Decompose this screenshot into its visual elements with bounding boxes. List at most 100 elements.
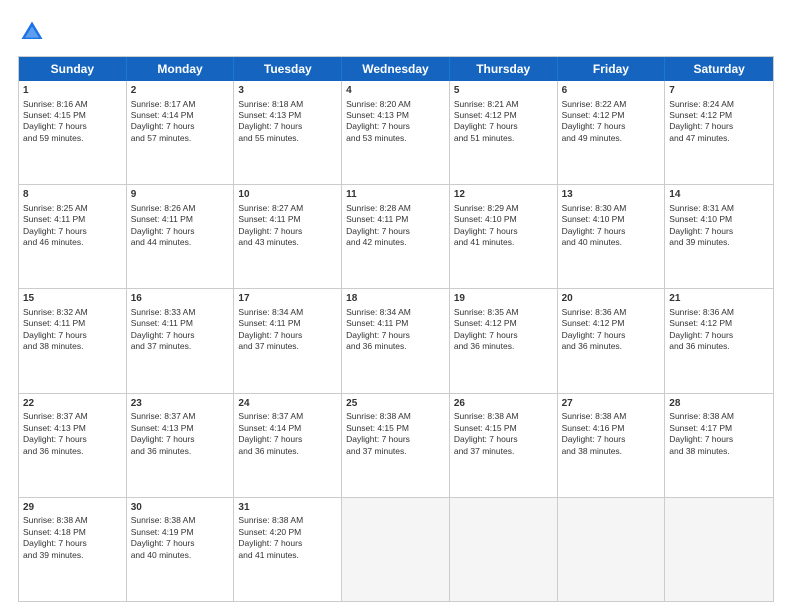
day-info-line: Sunrise: 8:37 AM	[131, 411, 230, 422]
weekday-header-thursday: Thursday	[450, 57, 558, 81]
day-info-line: and 36 minutes.	[238, 446, 337, 457]
day-info-line: and 53 minutes.	[346, 133, 445, 144]
day-number: 31	[238, 501, 337, 515]
day-cell-7: 7Sunrise: 8:24 AMSunset: 4:12 PMDaylight…	[665, 81, 773, 184]
day-info-line: Sunrise: 8:28 AM	[346, 203, 445, 214]
page: SundayMondayTuesdayWednesdayThursdayFrid…	[0, 0, 792, 612]
day-info-line: and 40 minutes.	[131, 550, 230, 561]
day-info-line: Sunset: 4:15 PM	[23, 110, 122, 121]
day-info-line: Daylight: 7 hours	[23, 226, 122, 237]
day-info-line: and 44 minutes.	[131, 237, 230, 248]
day-number: 11	[346, 188, 445, 202]
day-info-line: Daylight: 7 hours	[23, 330, 122, 341]
day-info-line: Sunrise: 8:22 AM	[562, 99, 661, 110]
day-info-line: and 57 minutes.	[131, 133, 230, 144]
day-info-line: Sunrise: 8:27 AM	[238, 203, 337, 214]
day-info-line: and 38 minutes.	[669, 446, 769, 457]
day-info-line: Sunset: 4:20 PM	[238, 527, 337, 538]
day-cell-20: 20Sunrise: 8:36 AMSunset: 4:12 PMDayligh…	[558, 289, 666, 392]
day-info-line: Sunrise: 8:37 AM	[238, 411, 337, 422]
day-cell-15: 15Sunrise: 8:32 AMSunset: 4:11 PMDayligh…	[19, 289, 127, 392]
day-cell-26: 26Sunrise: 8:38 AMSunset: 4:15 PMDayligh…	[450, 394, 558, 497]
day-cell-10: 10Sunrise: 8:27 AMSunset: 4:11 PMDayligh…	[234, 185, 342, 288]
day-cell-31: 31Sunrise: 8:38 AMSunset: 4:20 PMDayligh…	[234, 498, 342, 601]
day-cell-30: 30Sunrise: 8:38 AMSunset: 4:19 PMDayligh…	[127, 498, 235, 601]
day-info-line: Sunset: 4:11 PM	[23, 214, 122, 225]
day-info-line: Sunrise: 8:21 AM	[454, 99, 553, 110]
day-number: 22	[23, 397, 122, 411]
day-cell-24: 24Sunrise: 8:37 AMSunset: 4:14 PMDayligh…	[234, 394, 342, 497]
day-info-line: Sunrise: 8:37 AM	[23, 411, 122, 422]
day-info-line: and 46 minutes.	[23, 237, 122, 248]
day-info-line: Sunset: 4:12 PM	[562, 318, 661, 329]
day-info-line: and 41 minutes.	[238, 550, 337, 561]
day-info-line: Daylight: 7 hours	[669, 121, 769, 132]
day-info-line: Sunset: 4:10 PM	[454, 214, 553, 225]
day-info-line: and 42 minutes.	[346, 237, 445, 248]
calendar-week-1: 1Sunrise: 8:16 AMSunset: 4:15 PMDaylight…	[19, 81, 773, 185]
day-info-line: Daylight: 7 hours	[346, 330, 445, 341]
day-number: 6	[562, 84, 661, 98]
calendar-week-4: 22Sunrise: 8:37 AMSunset: 4:13 PMDayligh…	[19, 394, 773, 498]
day-info-line: Sunrise: 8:38 AM	[131, 515, 230, 526]
day-info-line: Daylight: 7 hours	[23, 434, 122, 445]
day-number: 1	[23, 84, 122, 98]
day-cell-27: 27Sunrise: 8:38 AMSunset: 4:16 PMDayligh…	[558, 394, 666, 497]
day-info-line: Sunrise: 8:31 AM	[669, 203, 769, 214]
day-info-line: Daylight: 7 hours	[454, 434, 553, 445]
day-info-line: Daylight: 7 hours	[562, 434, 661, 445]
day-info-line: Daylight: 7 hours	[238, 226, 337, 237]
day-info-line: and 37 minutes.	[238, 341, 337, 352]
day-info-line: Sunset: 4:13 PM	[131, 423, 230, 434]
day-cell-29: 29Sunrise: 8:38 AMSunset: 4:18 PMDayligh…	[19, 498, 127, 601]
day-number: 10	[238, 188, 337, 202]
day-info-line: Sunrise: 8:18 AM	[238, 99, 337, 110]
day-info-line: Daylight: 7 hours	[238, 330, 337, 341]
day-info-line: Daylight: 7 hours	[669, 330, 769, 341]
day-info-line: Sunrise: 8:36 AM	[669, 307, 769, 318]
day-info-line: and 41 minutes.	[454, 237, 553, 248]
day-cell-16: 16Sunrise: 8:33 AMSunset: 4:11 PMDayligh…	[127, 289, 235, 392]
day-cell-17: 17Sunrise: 8:34 AMSunset: 4:11 PMDayligh…	[234, 289, 342, 392]
calendar-body: 1Sunrise: 8:16 AMSunset: 4:15 PMDaylight…	[19, 81, 773, 601]
day-cell-5: 5Sunrise: 8:21 AMSunset: 4:12 PMDaylight…	[450, 81, 558, 184]
day-info-line: and 49 minutes.	[562, 133, 661, 144]
day-number: 23	[131, 397, 230, 411]
day-cell-2: 2Sunrise: 8:17 AMSunset: 4:14 PMDaylight…	[127, 81, 235, 184]
day-cell-11: 11Sunrise: 8:28 AMSunset: 4:11 PMDayligh…	[342, 185, 450, 288]
weekday-header-friday: Friday	[558, 57, 666, 81]
day-info-line: Sunset: 4:11 PM	[346, 214, 445, 225]
day-number: 26	[454, 397, 553, 411]
day-info-line: Sunset: 4:10 PM	[669, 214, 769, 225]
day-info-line: Sunset: 4:15 PM	[454, 423, 553, 434]
day-info-line: and 47 minutes.	[669, 133, 769, 144]
day-number: 3	[238, 84, 337, 98]
calendar-week-5: 29Sunrise: 8:38 AMSunset: 4:18 PMDayligh…	[19, 498, 773, 601]
day-info-line: Daylight: 7 hours	[131, 330, 230, 341]
weekday-header-sunday: Sunday	[19, 57, 127, 81]
day-cell-3: 3Sunrise: 8:18 AMSunset: 4:13 PMDaylight…	[234, 81, 342, 184]
day-info-line: Sunrise: 8:24 AM	[669, 99, 769, 110]
day-info-line: Sunrise: 8:33 AM	[131, 307, 230, 318]
day-info-line: Sunset: 4:13 PM	[238, 110, 337, 121]
day-info-line: Daylight: 7 hours	[131, 121, 230, 132]
day-number: 24	[238, 397, 337, 411]
day-number: 30	[131, 501, 230, 515]
day-cell-21: 21Sunrise: 8:36 AMSunset: 4:12 PMDayligh…	[665, 289, 773, 392]
day-info-line: Daylight: 7 hours	[562, 226, 661, 237]
day-info-line: and 40 minutes.	[562, 237, 661, 248]
day-info-line: Sunrise: 8:38 AM	[238, 515, 337, 526]
day-info-line: Sunset: 4:13 PM	[346, 110, 445, 121]
day-info-line: Sunset: 4:11 PM	[23, 318, 122, 329]
day-info-line: Sunset: 4:19 PM	[131, 527, 230, 538]
empty-cell	[342, 498, 450, 601]
day-info-line: Daylight: 7 hours	[562, 121, 661, 132]
day-number: 9	[131, 188, 230, 202]
day-info-line: and 39 minutes.	[669, 237, 769, 248]
day-number: 12	[454, 188, 553, 202]
day-number: 27	[562, 397, 661, 411]
day-info-line: Daylight: 7 hours	[346, 226, 445, 237]
day-cell-19: 19Sunrise: 8:35 AMSunset: 4:12 PMDayligh…	[450, 289, 558, 392]
day-cell-13: 13Sunrise: 8:30 AMSunset: 4:10 PMDayligh…	[558, 185, 666, 288]
day-cell-12: 12Sunrise: 8:29 AMSunset: 4:10 PMDayligh…	[450, 185, 558, 288]
